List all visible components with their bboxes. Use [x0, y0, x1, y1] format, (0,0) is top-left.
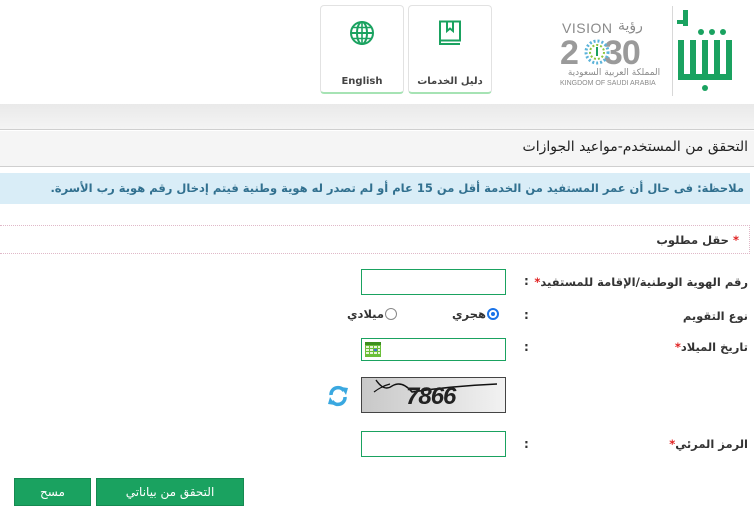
- absher-logo[interactable]: [675, 8, 740, 93]
- radio-hijri[interactable]: هجري: [452, 307, 499, 321]
- colon: :: [524, 274, 529, 288]
- clear-button[interactable]: مسح: [14, 478, 91, 506]
- header: VISION رؤية 2 30 المملكة العربية السعودية…: [0, 0, 754, 104]
- english-label: English: [341, 76, 383, 87]
- visual-code-input[interactable]: [361, 431, 506, 457]
- calendar-icon[interactable]: [365, 342, 381, 357]
- absher-logo-icon: [677, 10, 732, 91]
- book-icon: [439, 20, 461, 45]
- calendar-type-label: نوع التقويم: [682, 309, 748, 323]
- visual-code-label: الرمز المرئي*: [669, 437, 748, 451]
- info-note-text: ملاحظة: فى حال أن عمر المستفيد من الخدمة…: [50, 181, 744, 195]
- id-number-label: رقم الهوية الوطنية/الإقامة للمستفيد*: [534, 275, 748, 289]
- birth-date-input[interactable]: [361, 338, 506, 361]
- radio-gregorian-unselected[interactable]: [385, 308, 397, 320]
- vision-word-ar: رؤية: [618, 18, 643, 34]
- radio-gregorian[interactable]: ميلادي: [347, 307, 397, 321]
- title-bar: التحقق من المستخدم-مواعيد الجوازات: [0, 131, 754, 167]
- info-note: ملاحظة: فى حال أن عمر المستفيد من الخدمة…: [0, 173, 750, 204]
- services-guide-label: دليل الخدمات: [417, 76, 483, 87]
- services-guide-button[interactable]: دليل الخدمات: [408, 5, 492, 94]
- refresh-icon: [328, 385, 348, 407]
- kingdom-name-en: KINGDOM OF SAUDI ARABIA: [560, 80, 656, 87]
- radio-hijri-selected[interactable]: [486, 308, 499, 320]
- header-band: [0, 104, 754, 130]
- radio-hijri-label: هجري: [452, 307, 486, 321]
- captcha-image: 7866: [361, 377, 506, 413]
- vision-2030-logo: VISION رؤية 2 30 المملكة العربية السعودية…: [558, 18, 668, 90]
- refresh-captcha-button[interactable]: [327, 385, 349, 407]
- id-number-input[interactable]: [361, 269, 506, 295]
- colon: :: [524, 308, 529, 322]
- kingdom-name-ar: المملكة العربية السعودية: [567, 68, 661, 78]
- colon: :: [524, 340, 529, 354]
- vision-year-left: 2: [560, 34, 579, 72]
- required-legend-text: حقل مطلوب: [656, 233, 729, 247]
- required-star: *: [732, 233, 739, 247]
- required-field-legend: * حقل مطلوب: [0, 225, 750, 254]
- vision-emblem-icon: [584, 39, 610, 65]
- birth-date-label: تاريخ الميلاد*: [674, 340, 748, 354]
- colon: :: [524, 437, 529, 451]
- english-language-button[interactable]: English: [320, 5, 404, 94]
- captcha-text: 7866: [406, 383, 456, 410]
- radio-gregorian-label: ميلادي: [347, 307, 384, 321]
- globe-icon: [350, 21, 374, 45]
- page-title: التحقق من المستخدم-مواعيد الجوازات: [522, 139, 748, 155]
- logo-divider: [672, 6, 673, 96]
- verify-my-data-button[interactable]: التحقق من بياناتي: [96, 478, 244, 506]
